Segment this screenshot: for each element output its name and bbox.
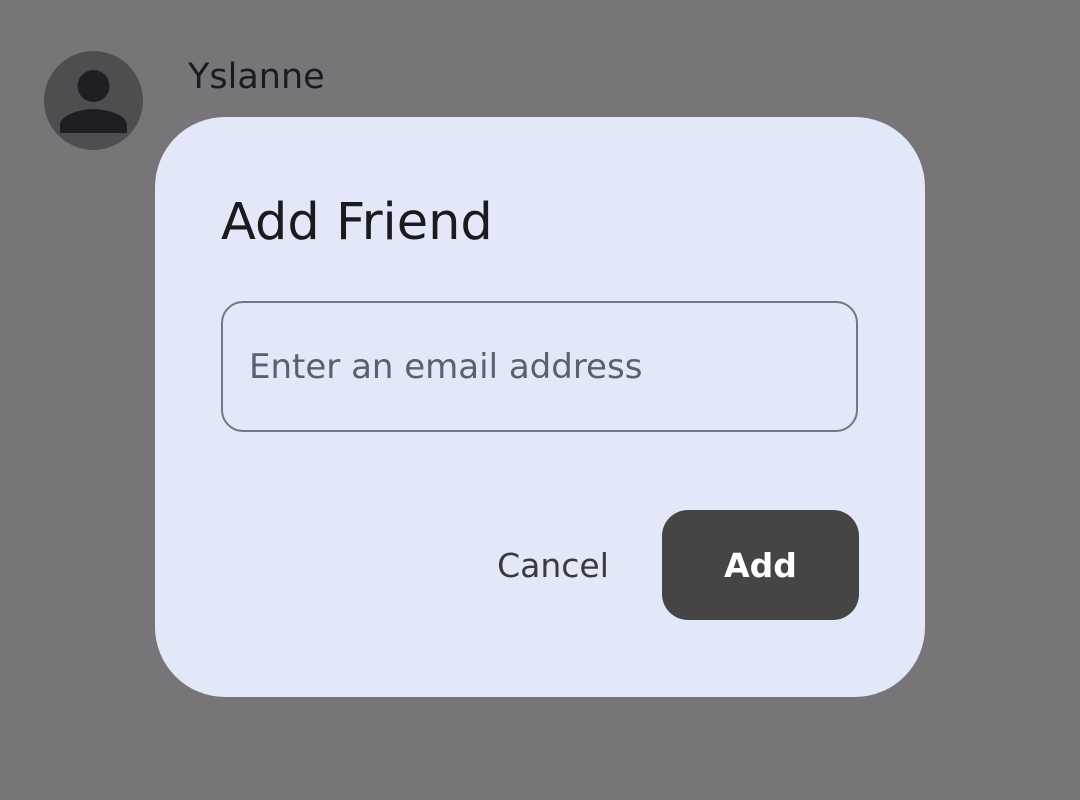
email-field[interactable]	[221, 301, 858, 432]
add-friend-dialog: Add Friend Cancel Add	[155, 117, 925, 697]
avatar	[44, 51, 143, 150]
contact-name: Yslanne	[188, 57, 325, 97]
add-button[interactable]: Add	[662, 510, 859, 620]
person-icon	[60, 70, 127, 133]
cancel-button[interactable]: Cancel	[475, 510, 631, 620]
dialog-title: Add Friend	[221, 193, 493, 252]
